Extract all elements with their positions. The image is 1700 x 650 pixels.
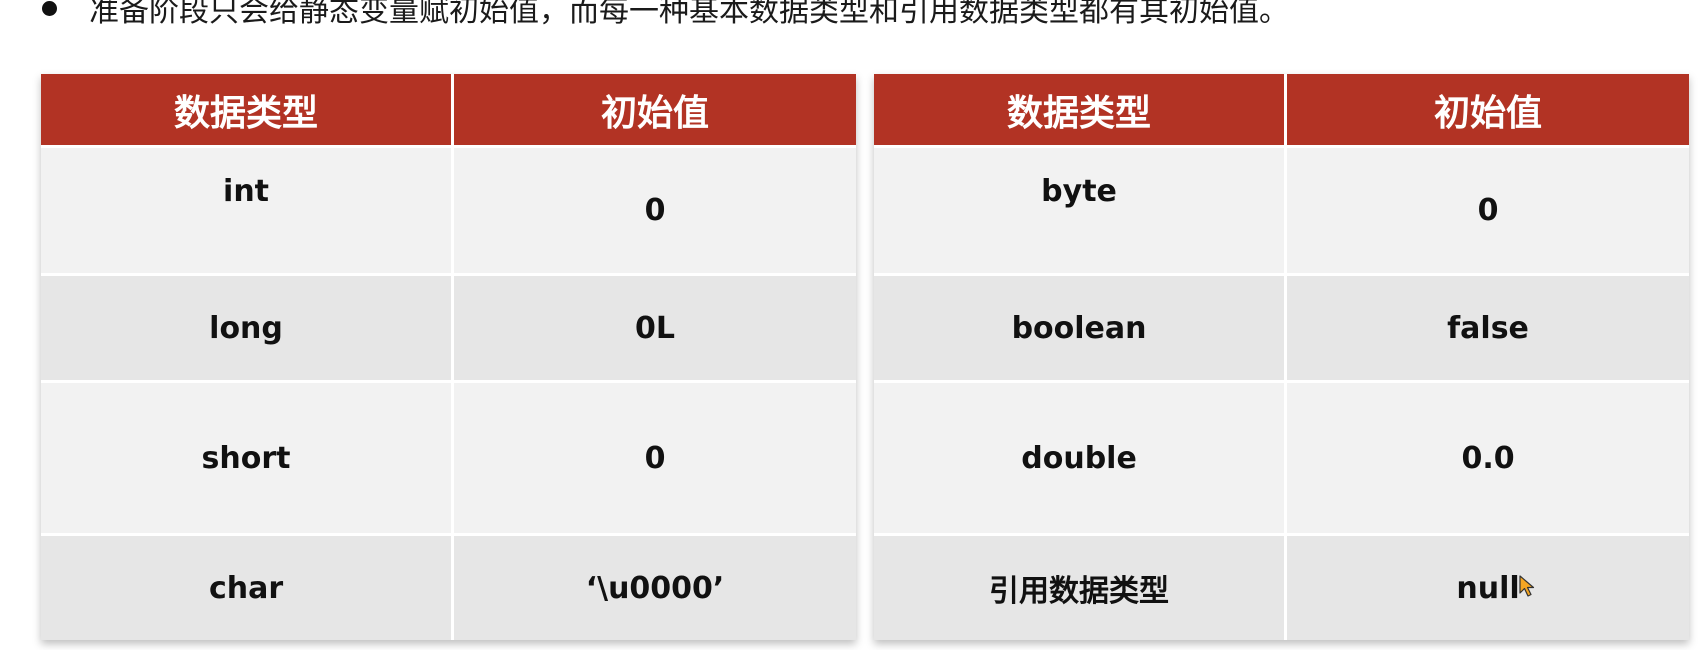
type-cell: char xyxy=(41,533,455,640)
value-cell: ‘\u0000’ xyxy=(452,533,856,640)
header-initial-value: 初始值 xyxy=(1285,74,1689,147)
value-cell: null xyxy=(1285,533,1689,640)
primitive-defaults-table-left: 数据类型 初始值 int 0 long 0L short 0 char ‘\u0… xyxy=(41,74,856,640)
bullet-dot-icon xyxy=(42,0,57,16)
table-row: double 0.0 xyxy=(874,380,1689,535)
header-data-type: 数据类型 xyxy=(41,74,455,147)
value-cell: 0 xyxy=(1285,145,1689,275)
value-cell: 0L xyxy=(452,273,856,382)
table-row: char ‘\u0000’ xyxy=(41,533,856,640)
intro-text: 准备阶段只会给静态变量赋初始值，而每一种基本数据类型和引用数据类型都有其初始值。 xyxy=(89,0,1289,29)
table-row: boolean false xyxy=(874,273,1689,382)
table-header-row: 数据类型 初始值 xyxy=(874,74,1689,147)
type-cell: 引用数据类型 xyxy=(874,533,1288,640)
intro-bullet: 准备阶段只会给静态变量赋初始值，而每一种基本数据类型和引用数据类型都有其初始值。 xyxy=(42,0,1289,29)
slide: 准备阶段只会给静态变量赋初始值，而每一种基本数据类型和引用数据类型都有其初始值。… xyxy=(0,0,1700,650)
primitive-defaults-table-right: 数据类型 初始值 byte 0 boolean false double 0.0 xyxy=(874,74,1689,640)
table-row: 引用数据类型 null xyxy=(874,533,1689,640)
mouse-pointer-icon xyxy=(1519,575,1535,597)
table-row: long 0L xyxy=(41,273,856,382)
type-cell: int xyxy=(41,145,455,275)
table-row: byte 0 xyxy=(874,145,1689,275)
value-cell: 0 xyxy=(452,145,856,275)
value-cell: 0 xyxy=(452,380,856,535)
value-cell: 0.0 xyxy=(1285,380,1689,535)
table-row: short 0 xyxy=(41,380,856,535)
type-cell: double xyxy=(874,380,1288,535)
header-initial-value: 初始值 xyxy=(452,74,856,147)
type-cell: boolean xyxy=(874,273,1288,382)
type-cell: short xyxy=(41,380,455,535)
type-cell: long xyxy=(41,273,455,382)
header-data-type: 数据类型 xyxy=(874,74,1288,147)
type-cell: byte xyxy=(874,145,1288,275)
value-cell: false xyxy=(1285,273,1689,382)
table-row: int 0 xyxy=(41,145,856,275)
table-header-row: 数据类型 初始值 xyxy=(41,74,856,147)
